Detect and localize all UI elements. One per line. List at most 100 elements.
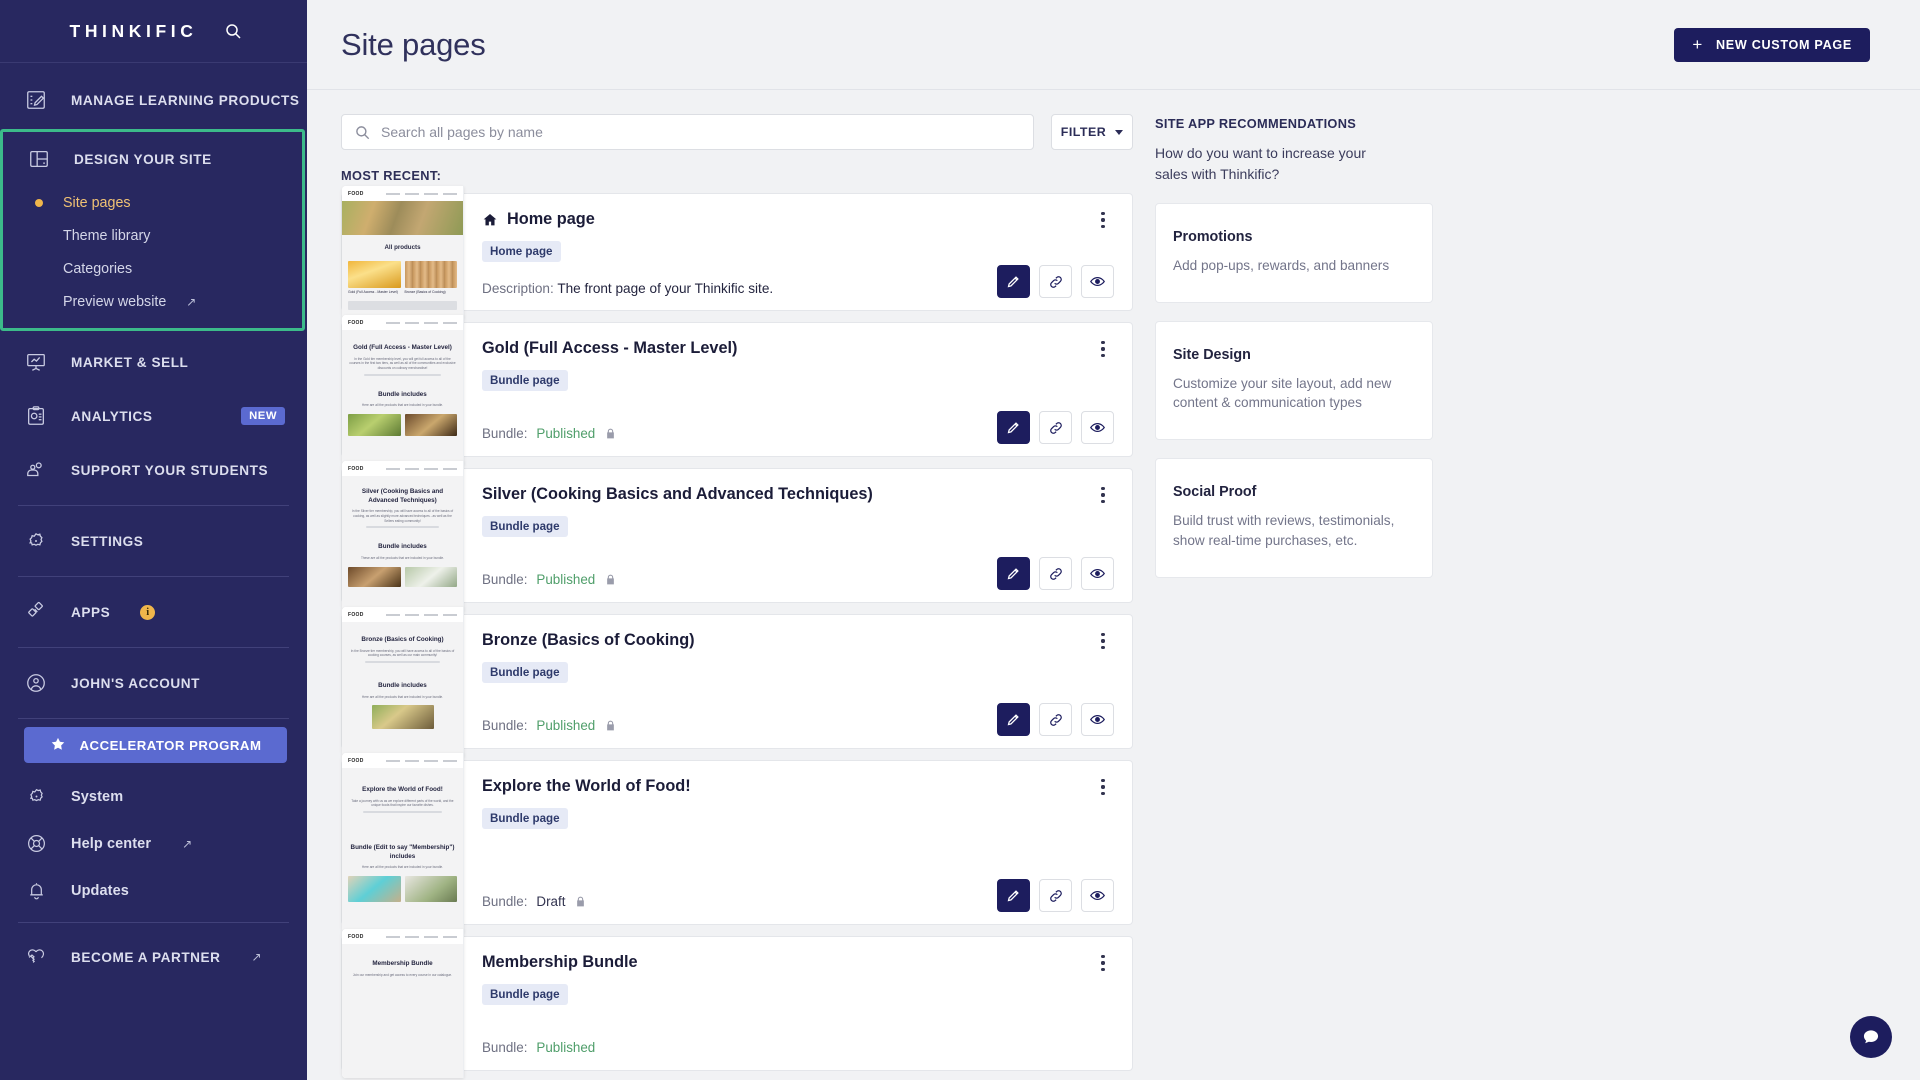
pencil-icon[interactable] <box>997 557 1030 590</box>
link-icon[interactable] <box>1039 411 1072 444</box>
table-row[interactable]: FOOD Gold (Full Access - Master Level) I… <box>341 315 1133 464</box>
search-icon[interactable] <box>223 21 243 41</box>
sidebar-divider <box>18 922 289 923</box>
recommendations-subheading: How do you want to increase your sales w… <box>1155 145 1366 182</box>
app-root: THINKIFIC MANAGE LEARNING PRODUCTS DESIG… <box>0 0 1920 1080</box>
pencil-icon[interactable] <box>997 265 1030 298</box>
link-icon[interactable] <box>1039 703 1072 736</box>
page-card-body: Home page Home page Description: The fro… <box>464 194 1132 310</box>
page-type-badge: Bundle page <box>482 661 568 683</box>
link-icon[interactable] <box>1039 557 1072 590</box>
sidebar-item-system[interactable]: System <box>0 773 307 820</box>
table-row[interactable]: FOOD Membership Bundle Join our membersh… <box>341 929 1133 1078</box>
page-status: Bundle: Published <box>482 572 617 587</box>
sidebar-item-label: JOHN'S ACCOUNT <box>71 675 201 691</box>
sidebar-item-label: SUPPORT YOUR STUDENTS <box>71 462 269 478</box>
page-status: Bundle: Published <box>482 426 617 441</box>
page-type-badge: Bundle page <box>482 807 568 829</box>
kebab-menu-icon[interactable] <box>1092 627 1114 655</box>
sidebar-item-analytics[interactable]: ANALYTICS NEW <box>0 389 307 443</box>
page-type-badge: Bundle page <box>482 515 568 537</box>
recommendation-description: Customize your site layout, add new cont… <box>1173 375 1392 411</box>
kebab-menu-icon[interactable] <box>1092 335 1114 363</box>
external-link-icon: ↗ <box>186 294 197 309</box>
pencil-icon[interactable] <box>997 703 1030 736</box>
search-input[interactable] <box>381 124 1020 140</box>
page-title-row: Gold (Full Access - Master Level) <box>482 339 1132 359</box>
sidebar-item-theme-library[interactable]: Theme library <box>3 219 302 252</box>
thumb-logo: FOOD <box>348 319 364 326</box>
sidebar-item-label: MANAGE LEARNING PRODUCTS <box>71 92 300 108</box>
most-recent-label: MOST RECENT: <box>341 168 442 183</box>
filter-button[interactable]: FILTER <box>1051 114 1133 150</box>
sidebar-item-become-a-partner[interactable]: BECOME A PARTNER ↗ <box>0 931 307 983</box>
market-sell-icon <box>22 348 50 376</box>
content-row: FILTER MOST RECENT: FOOD <box>307 90 1920 1080</box>
sidebar-item-market-and-sell[interactable]: MARKET & SELL <box>0 335 307 389</box>
learning-products-icon <box>22 86 50 114</box>
sidebar-item-site-pages[interactable]: Site pages <box>3 186 302 219</box>
thumb-heading: Membership Bundle <box>372 960 433 967</box>
sidebar-item-apps[interactable]: APPS i <box>0 585 307 639</box>
page-type-badge: Bundle page <box>482 983 568 1005</box>
eye-icon[interactable] <box>1081 265 1114 298</box>
chat-bubble-icon[interactable] <box>1850 1016 1892 1058</box>
page-title-text: Gold (Full Access - Master Level) <box>482 339 738 357</box>
table-row[interactable]: FOOD Bronze (Basics of Cooking) In the B… <box>341 607 1133 756</box>
thinkific-logo: THINKIFIC <box>69 20 198 41</box>
sidebar-item-updates[interactable]: Updates <box>0 867 307 914</box>
status-badge: Draft <box>536 894 566 909</box>
page-title-text: Membership Bundle <box>482 953 638 971</box>
recommendation-card-promotions[interactable]: Promotions Add pop-ups, rewards, and ban… <box>1155 203 1433 303</box>
sidebar-item-account[interactable]: JOHN'S ACCOUNT <box>0 656 307 710</box>
sidebar-item-design-your-site[interactable]: DESIGN YOUR SITE <box>3 132 302 186</box>
sidebar-item-categories[interactable]: Categories <box>3 252 302 285</box>
sidebar-item-preview-website[interactable]: Preview website ↗ <box>3 285 302 318</box>
eye-icon[interactable] <box>1081 879 1114 912</box>
status-badge: Published <box>536 572 596 587</box>
sidebar-divider <box>18 505 289 506</box>
page-thumbnail: FOOD Bronze (Basics of Cooking) In the B… <box>342 607 464 756</box>
status-label: Bundle: <box>482 894 528 909</box>
page-card-body: Silver (Cooking Basics and Advanced Tech… <box>464 469 1132 602</box>
eye-icon[interactable] <box>1081 411 1114 444</box>
kebab-menu-icon[interactable] <box>1092 481 1114 509</box>
table-row[interactable]: FOOD All products Gold (Full Access - Ma… <box>341 186 1133 318</box>
link-icon[interactable] <box>1039 879 1072 912</box>
page-card-body: Bronze (Basics of Cooking) Bundle page B… <box>464 615 1132 748</box>
apps-icon <box>22 598 50 626</box>
link-icon[interactable] <box>1039 265 1072 298</box>
recommendations-heading: SITE APP RECOMMENDATIONS <box>1155 116 1357 131</box>
thumb-subheading: Bundle includes <box>378 543 427 551</box>
sidebar-item-label: APPS <box>71 604 111 620</box>
page-description: Description: The front page of your Thin… <box>482 281 773 296</box>
main-content: Site pages + NEW CUSTOM PAGE FILTER <box>307 0 1920 1080</box>
eye-icon[interactable] <box>1081 557 1114 590</box>
sidebar-item-support-your-students[interactable]: SUPPORT YOUR STUDENTS <box>0 443 307 497</box>
thumb-heading: Silver (Cooking Basics and Advanced Tech… <box>361 488 444 504</box>
recommendation-card-social-proof[interactable]: Social Proof Build trust with reviews, t… <box>1155 458 1433 578</box>
status-label: Bundle: <box>482 1040 528 1055</box>
page-title: Site pages <box>341 26 486 62</box>
table-row[interactable]: FOOD Silver (Cooking Basics and Advanced… <box>341 461 1133 610</box>
kebab-menu-icon[interactable] <box>1092 206 1114 234</box>
card-actions <box>997 265 1114 298</box>
sidebar-item-manage-learning-products[interactable]: MANAGE LEARNING PRODUCTS <box>0 73 307 127</box>
table-row[interactable]: FOOD Explore the World of Food! Take a j… <box>341 753 1133 932</box>
sidebar-brand: THINKIFIC <box>0 0 307 63</box>
kebab-menu-icon[interactable] <box>1092 773 1114 801</box>
eye-icon[interactable] <box>1081 703 1114 736</box>
new-custom-page-button[interactable]: + NEW CUSTOM PAGE <box>1674 27 1870 62</box>
sidebar-item-settings[interactable]: SETTINGS <box>0 514 307 568</box>
thumb-logo: FOOD <box>348 611 364 618</box>
recommendation-card-site-design[interactable]: Site Design Customize your site layout, … <box>1155 320 1433 441</box>
search-pages-box[interactable] <box>341 114 1034 150</box>
pencil-icon[interactable] <box>997 879 1030 912</box>
page-thumbnail: FOOD Explore the World of Food! Take a j… <box>342 753 464 932</box>
accelerator-program-button[interactable]: ACCELERATOR PROGRAM <box>24 727 287 763</box>
pencil-icon[interactable] <box>997 411 1030 444</box>
filter-label: FILTER <box>1060 125 1107 139</box>
sidebar-item-help-center[interactable]: Help center ↗ <box>0 820 307 867</box>
kebab-menu-icon[interactable] <box>1092 949 1114 977</box>
recommendation-description: Add pop-ups, rewards, and banners <box>1173 258 1390 273</box>
